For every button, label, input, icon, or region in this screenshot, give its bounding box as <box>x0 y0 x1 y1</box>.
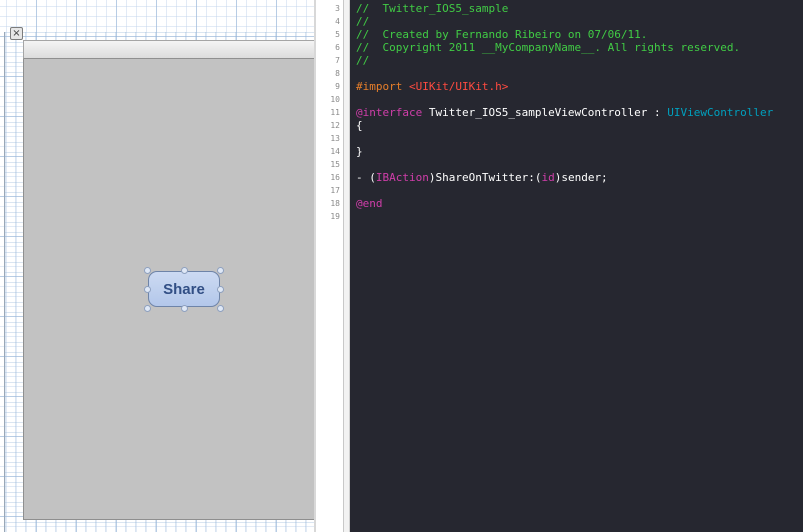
line-number: 17 <box>330 186 340 195</box>
line-number: 18 <box>330 199 340 208</box>
resize-handle-bottom-right[interactable] <box>217 305 224 312</box>
line-number-gutter: 3 4 5 6 7 8 9 10 11 12 13 14 15 16 17 18… <box>316 0 344 532</box>
line-number: 11 <box>330 108 340 117</box>
share-button[interactable]: Share <box>148 271 220 307</box>
comment-line: // Copyright 2011 __MyCompanyName__. All… <box>356 41 741 54</box>
line-number: 6 <box>335 43 340 52</box>
line-number: 9 <box>335 82 340 91</box>
ibaction-keyword: IBAction <box>375 171 429 184</box>
method-name: )ShareOnTwitter:( <box>428 171 542 184</box>
id-keyword: id <box>541 171 555 184</box>
import-directive: #import <box>356 80 409 93</box>
resize-handle-top[interactable] <box>181 267 188 274</box>
line-number: 10 <box>330 95 340 104</box>
interface-declaration: @interface Twitter_IOS5_sampleViewContro… <box>356 106 773 119</box>
resize-handle-right[interactable] <box>217 286 224 293</box>
method-param: )sender; <box>554 171 608 184</box>
end-keyword: @end <box>356 197 383 210</box>
comment-line: // <box>356 54 370 67</box>
code-folding-ribbon[interactable] <box>344 0 350 532</box>
comment-line: // <box>356 15 370 28</box>
interface-keyword: @interface <box>356 106 423 119</box>
close-brace: } <box>356 145 363 158</box>
line-number: 19 <box>330 212 340 221</box>
line-number: 16 <box>330 173 340 182</box>
resize-handle-bottom-left[interactable] <box>144 305 151 312</box>
import-path: <UIKit/UIKit.h> <box>408 80 509 93</box>
resize-handle-top-right[interactable] <box>217 267 224 274</box>
line-number: 8 <box>335 69 340 78</box>
method-prefix: - ( <box>356 171 376 184</box>
line-number: 14 <box>330 147 340 156</box>
share-button-label: Share <box>163 280 205 298</box>
line-number: 4 <box>335 17 340 26</box>
import-line: #import <UIKit/UIKit.h> <box>356 80 508 93</box>
line-number: 13 <box>330 134 340 143</box>
line-number: 12 <box>330 121 340 130</box>
line-number: 5 <box>335 30 340 39</box>
source-text[interactable]: // Twitter_IOS5_sample // // Created by … <box>356 0 773 210</box>
class-name: Twitter_IOS5_sampleViewController : <box>422 106 668 119</box>
open-brace: { <box>356 119 363 132</box>
line-number: 3 <box>335 4 340 13</box>
method-declaration: - (IBAction)ShareOnTwitter:(id)sender; <box>356 171 608 184</box>
line-number: 7 <box>335 56 340 65</box>
view-status-bar[interactable] <box>23 40 316 59</box>
superclass-name: UIViewController <box>667 106 774 119</box>
resize-handle-top-left[interactable] <box>144 267 151 274</box>
comment-line: // Twitter_IOS5_sample <box>356 2 509 15</box>
line-number: 15 <box>330 160 340 169</box>
resize-handle-bottom[interactable] <box>181 305 188 312</box>
close-icon[interactable]: × <box>10 27 23 40</box>
comment-line: // Created by Fernando Ribeiro on 07/06/… <box>356 28 648 41</box>
resize-handle-left[interactable] <box>144 286 151 293</box>
